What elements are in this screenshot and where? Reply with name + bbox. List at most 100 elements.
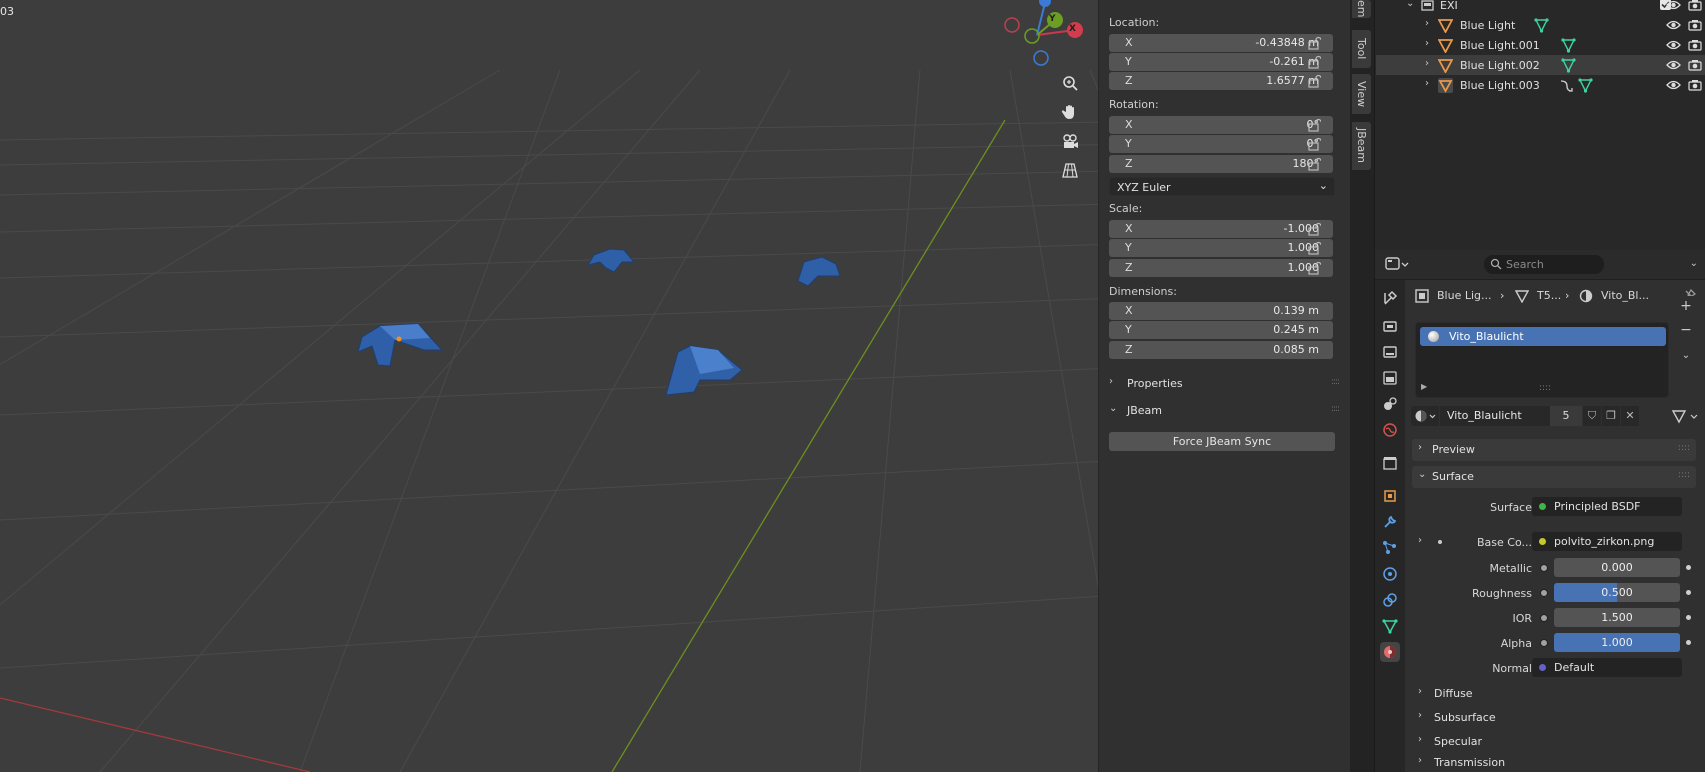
resize-grip-icon[interactable]: :::: bbox=[1539, 383, 1551, 393]
fake-user-shield-icon[interactable]: ⛉ bbox=[1583, 406, 1601, 426]
chevron-right-icon[interactable]: › bbox=[1425, 18, 1429, 29]
duplicate-material-icon[interactable]: ❐ bbox=[1602, 406, 1620, 426]
object-tab-icon[interactable] bbox=[1380, 486, 1400, 506]
data-tab-icon[interactable] bbox=[1380, 616, 1400, 636]
camera-render-icon[interactable] bbox=[1688, 39, 1702, 51]
specular-subpanel[interactable]: › Specular bbox=[1412, 731, 1696, 751]
add-slot-button[interactable]: + bbox=[1675, 296, 1697, 316]
zoom-icon[interactable] bbox=[1056, 69, 1083, 96]
material-slot-item[interactable]: Vito_Blaulicht bbox=[1420, 327, 1666, 346]
rotation-y-field[interactable]: Y 0° bbox=[1109, 135, 1333, 153]
outliner-row[interactable]: › Blue Light bbox=[1376, 15, 1705, 35]
transmission-subpanel[interactable]: › Transmission bbox=[1412, 752, 1696, 772]
gizmo-x-label[interactable]: X bbox=[1069, 24, 1076, 34]
camera-render-icon[interactable] bbox=[1688, 19, 1702, 31]
dimensions-x-field[interactable]: X 0.139 m bbox=[1109, 302, 1333, 320]
lock-icon[interactable] bbox=[1307, 137, 1321, 151]
scene-tab-icon[interactable] bbox=[1380, 394, 1400, 414]
lock-icon[interactable] bbox=[1307, 241, 1321, 255]
normal-field[interactable]: Default bbox=[1532, 658, 1682, 677]
world-tab-icon[interactable] bbox=[1380, 420, 1400, 440]
lock-icon[interactable] bbox=[1307, 74, 1321, 88]
breadcrumb-material[interactable]: Vito_Bl... bbox=[1601, 289, 1649, 302]
subsurface-subpanel[interactable]: › Subsurface bbox=[1412, 707, 1696, 727]
editor-type-button[interactable] bbox=[1384, 256, 1410, 274]
render-tab-icon[interactable] bbox=[1380, 316, 1400, 336]
chevron-right-icon[interactable]: › bbox=[1418, 535, 1422, 546]
modifier-tab-icon[interactable] bbox=[1380, 512, 1400, 532]
outliner-row[interactable]: › Blue Light.003 bbox=[1376, 75, 1705, 95]
roughness-slider[interactable]: 0.500 bbox=[1554, 583, 1680, 602]
metallic-slider[interactable]: 0.000 bbox=[1554, 558, 1680, 577]
socket-icon[interactable] bbox=[1540, 564, 1548, 572]
material-name-field[interactable]: Vito_Blaulicht bbox=[1440, 406, 1550, 426]
drag-grip-icon[interactable]: :::: bbox=[1678, 443, 1690, 453]
user-count[interactable]: 5 bbox=[1550, 406, 1582, 426]
scale-y-field[interactable]: Y 1.000 bbox=[1109, 239, 1333, 257]
breadcrumb-object[interactable]: Blue Lig... bbox=[1437, 289, 1492, 302]
camera-render-icon[interactable] bbox=[1688, 0, 1702, 11]
hand-pan-icon[interactable] bbox=[1056, 98, 1083, 125]
search-input[interactable]: Search bbox=[1484, 255, 1604, 274]
outliner-row[interactable]: › Blue Light.002 bbox=[1376, 55, 1705, 75]
eye-icon[interactable] bbox=[1666, 59, 1681, 71]
eye-icon[interactable] bbox=[1666, 19, 1681, 31]
location-z-field[interactable]: Z 1.6577 m bbox=[1109, 72, 1333, 90]
tab-view[interactable]: View bbox=[1352, 74, 1371, 114]
grid-view-icon[interactable] bbox=[1056, 156, 1083, 183]
preview-panel-header[interactable]: › Preview:::: bbox=[1412, 439, 1696, 461]
scale-x-field[interactable]: X -1.000 bbox=[1109, 220, 1333, 238]
alpha-slider[interactable]: 1.000 bbox=[1554, 633, 1680, 652]
ior-field[interactable]: 1.500 bbox=[1554, 608, 1680, 627]
surface-panel-header[interactable]: ⌄ Surface:::: bbox=[1412, 466, 1696, 488]
lock-icon[interactable] bbox=[1307, 222, 1321, 236]
dimensions-z-field[interactable]: Z 0.085 m bbox=[1109, 341, 1333, 359]
unlink-close-icon[interactable]: ✕ bbox=[1621, 406, 1639, 426]
keyframe-dot-icon[interactable] bbox=[1686, 615, 1691, 620]
drag-grip-icon[interactable]: :::: bbox=[1678, 470, 1690, 480]
slot-specials-button[interactable]: ⌄ bbox=[1675, 346, 1697, 366]
lock-icon[interactable] bbox=[1307, 261, 1321, 275]
drag-grip-icon[interactable]: :::: bbox=[1331, 404, 1340, 414]
location-y-field[interactable]: Y -0.261 m bbox=[1109, 53, 1333, 71]
view-layer-tab-icon[interactable] bbox=[1380, 368, 1400, 388]
keyframe-dot-icon[interactable] bbox=[1686, 640, 1691, 645]
mesh-data-icon[interactable] bbox=[1578, 78, 1593, 93]
force-jbeam-sync-button[interactable]: Force JBeam Sync bbox=[1109, 432, 1335, 451]
eye-icon[interactable] bbox=[1666, 39, 1681, 51]
gizmo-y-label[interactable]: Y bbox=[1049, 14, 1056, 24]
collection-row[interactable]: ⌄ EXI bbox=[1376, 0, 1705, 15]
physics-tab-icon[interactable] bbox=[1380, 564, 1400, 584]
lock-icon[interactable] bbox=[1307, 118, 1321, 132]
breadcrumb-mesh[interactable]: T5... bbox=[1537, 289, 1561, 302]
chevron-down-icon[interactable]: ⌄ bbox=[1690, 258, 1698, 269]
lock-icon[interactable] bbox=[1307, 157, 1321, 171]
eye-icon[interactable] bbox=[1666, 0, 1681, 11]
camera-render-icon[interactable] bbox=[1688, 79, 1702, 91]
constraints-tab-icon[interactable] bbox=[1380, 590, 1400, 610]
chevron-down-icon[interactable]: ⌄ bbox=[1406, 0, 1414, 9]
eye-icon[interactable] bbox=[1666, 79, 1681, 91]
camera-icon[interactable] bbox=[1056, 127, 1083, 154]
expand-triangle-icon[interactable]: ▶ bbox=[1421, 382, 1427, 391]
keyframe-dot-icon[interactable] bbox=[1686, 590, 1691, 595]
surface-shader-field[interactable]: Principled BSDF bbox=[1532, 497, 1682, 516]
material-slot-list[interactable]: Vito_Blaulicht ▶ :::: bbox=[1415, 322, 1669, 398]
rotation-x-field[interactable]: X 0° bbox=[1109, 116, 1333, 134]
material-tab-icon[interactable] bbox=[1380, 642, 1400, 662]
tool-tab-icon[interactable] bbox=[1380, 288, 1400, 308]
rotation-mode-select[interactable]: XYZ Euler ⌄ bbox=[1109, 177, 1335, 196]
keyframe-dot-icon[interactable] bbox=[1686, 565, 1691, 570]
output-tab-icon[interactable] bbox=[1380, 342, 1400, 362]
chevron-right-icon[interactable]: › bbox=[1425, 38, 1429, 49]
remove-slot-button[interactable]: − bbox=[1675, 320, 1697, 340]
tab-jbeam[interactable]: JBeam bbox=[1352, 122, 1371, 170]
base-color-field[interactable]: polvito_zirkon.png bbox=[1532, 532, 1682, 551]
particles-tab-icon[interactable] bbox=[1380, 538, 1400, 558]
rotation-z-field[interactable]: Z 180° bbox=[1109, 155, 1333, 173]
tab-tool[interactable]: Tool bbox=[1352, 30, 1371, 68]
collection-tab-icon[interactable] bbox=[1380, 453, 1400, 473]
socket-icon[interactable] bbox=[1540, 614, 1548, 622]
mesh-data-icon[interactable] bbox=[1561, 58, 1576, 73]
outliner-row[interactable]: › Blue Light.001 bbox=[1376, 35, 1705, 55]
